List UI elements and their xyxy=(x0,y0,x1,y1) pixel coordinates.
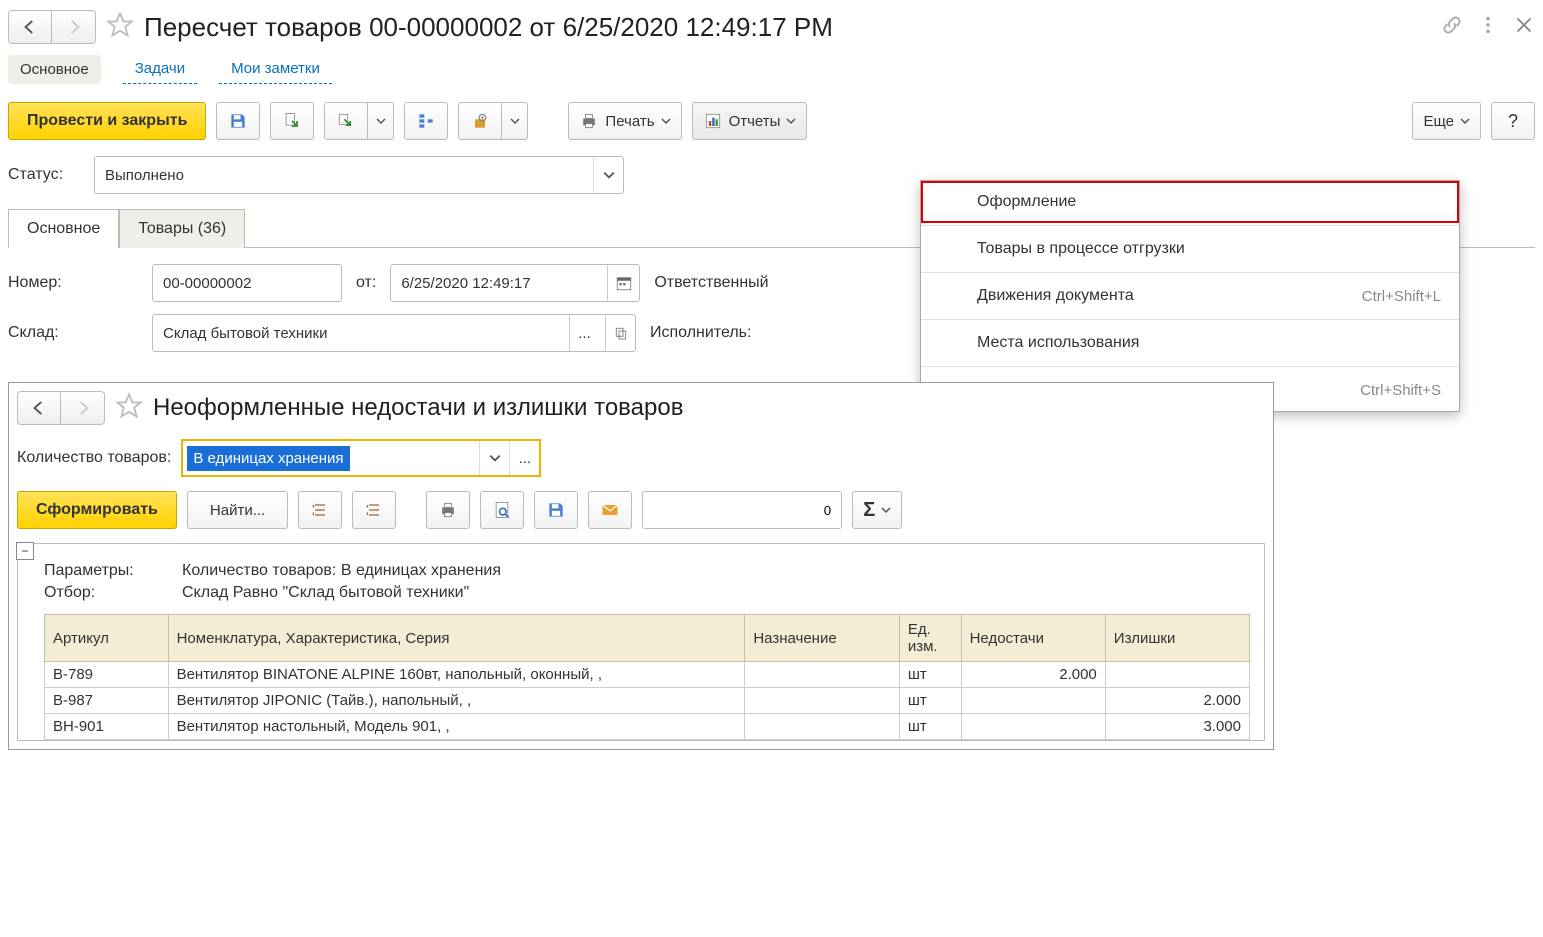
qty-value: В единицах хранения xyxy=(187,446,349,471)
collapse-button[interactable] xyxy=(352,491,396,529)
link-tab-notes[interactable]: Мои заметки xyxy=(219,54,332,84)
find-button[interactable]: Найти... xyxy=(187,491,288,529)
reports-label: Отчеты xyxy=(729,113,781,130)
calendar-icon[interactable] xyxy=(607,265,639,301)
star-icon[interactable] xyxy=(115,392,143,424)
top-window: Пересчет товаров 00-00000002 от 6/25/202… xyxy=(0,0,1543,756)
tab-goods[interactable]: Товары (36) xyxy=(119,209,245,248)
expand-button[interactable] xyxy=(298,491,342,529)
th-surplus: Излишки xyxy=(1105,615,1249,662)
number-field[interactable]: 00-00000002 xyxy=(152,264,342,302)
open-icon[interactable] xyxy=(605,315,635,351)
structure-button[interactable] xyxy=(404,102,448,140)
report-back-button[interactable] xyxy=(17,391,61,425)
sum-button[interactable]: Σ xyxy=(852,491,902,529)
collapse-icon[interactable]: − xyxy=(16,542,34,560)
link-icon[interactable] xyxy=(1441,14,1463,40)
preview-icon-button[interactable] xyxy=(480,491,524,529)
save-button[interactable] xyxy=(216,102,260,140)
qty-select[interactable]: В единицах хранения ... xyxy=(181,439,541,477)
qty-label: Количество товаров: xyxy=(17,449,171,467)
warehouse-label: Склад: xyxy=(8,324,138,342)
loading-button[interactable] xyxy=(458,102,528,140)
reports-button[interactable]: Отчеты xyxy=(692,102,808,140)
star-icon[interactable] xyxy=(106,11,134,43)
tab-main[interactable]: Основное xyxy=(8,209,119,248)
title-row: Пересчет товаров 00-00000002 от 6/25/202… xyxy=(8,10,1535,44)
status-value: Выполнено xyxy=(105,167,184,184)
build-button[interactable]: Сформировать xyxy=(17,491,177,529)
th-article: Артикул xyxy=(45,615,169,662)
report-forward-button[interactable] xyxy=(61,391,105,425)
post-and-close-button[interactable]: Провести и закрыть xyxy=(8,102,206,140)
responsible-label: Ответственный xyxy=(654,274,768,292)
post-button[interactable] xyxy=(270,102,314,140)
status-label: Статус: xyxy=(8,166,84,184)
th-shortage: Недостачи xyxy=(961,615,1105,662)
executor-label: Исполнитель: xyxy=(650,324,751,342)
number-label: Номер: xyxy=(8,274,138,292)
menu-item-usages[interactable]: Места использования xyxy=(921,322,1459,364)
help-button[interactable]: ? xyxy=(1491,102,1535,140)
more-button[interactable]: Еще xyxy=(1412,102,1481,140)
forward-button[interactable] xyxy=(52,10,96,44)
save-icon-button[interactable] xyxy=(534,491,578,529)
num-input[interactable] xyxy=(642,491,842,529)
chevron-down-icon[interactable] xyxy=(479,441,509,475)
ellipsis-icon[interactable]: ... xyxy=(569,315,599,351)
menu-item-movements[interactable]: Движения документа Ctrl+Shift+L xyxy=(921,275,1459,317)
print-label: Печать xyxy=(605,113,654,130)
table-row[interactable]: B-987Вентилятор JIPONIC (Тайв.), напольн… xyxy=(45,688,1250,714)
main-toolbar: Провести и закрыть Печать Отчеты Еще ? xyxy=(8,102,1535,140)
table-row[interactable]: B-789Вентилятор BINATONE ALPINE 160вт, н… xyxy=(45,662,1250,688)
report-title: Неоформленные недостачи и излишки товаро… xyxy=(153,394,683,422)
window-title: Пересчет товаров 00-00000002 от 6/25/202… xyxy=(144,12,833,43)
report-output: − Параметры:Количество товаров: В единиц… xyxy=(17,543,1265,741)
report-window: Неоформленные недостачи и излишки товаро… xyxy=(8,382,1274,750)
report-table: Артикул Номенклатура, Характеристика, Се… xyxy=(44,614,1250,740)
th-name: Номенклатура, Характеристика, Серия xyxy=(168,615,745,662)
kebab-icon[interactable] xyxy=(1477,14,1499,40)
back-button[interactable] xyxy=(8,10,52,44)
warehouse-field[interactable]: Склад бытовой техники ... xyxy=(152,314,636,352)
link-tab-main[interactable]: Основное xyxy=(8,55,101,84)
th-unit: Ед. изм. xyxy=(899,615,961,662)
ellipsis-icon[interactable]: ... xyxy=(509,441,539,475)
menu-item-shipping[interactable]: Товары в процессе отгрузки xyxy=(921,228,1459,270)
chevron-down-icon[interactable] xyxy=(593,157,623,193)
reports-dropdown-menu: Оформление Товары в процессе отгрузки Дв… xyxy=(920,180,1460,412)
link-tab-tasks[interactable]: Задачи xyxy=(123,54,197,84)
nav-buttons xyxy=(8,10,96,44)
status-select[interactable]: Выполнено xyxy=(94,156,624,194)
table-row[interactable]: BH-901Вентилятор настольный, Модель 901,… xyxy=(45,714,1250,740)
sigma-icon: Σ xyxy=(863,499,875,522)
link-tabs: Основное Задачи Мои заметки xyxy=(8,54,1535,84)
title-actions xyxy=(1441,14,1535,40)
print-icon-button[interactable] xyxy=(426,491,470,529)
print-button[interactable]: Печать xyxy=(568,102,681,140)
close-icon[interactable] xyxy=(1513,14,1535,40)
menu-item-design[interactable]: Оформление xyxy=(921,181,1459,223)
create-based-on-button[interactable] xyxy=(324,102,394,140)
th-purpose: Назначение xyxy=(745,615,899,662)
mail-icon-button[interactable] xyxy=(588,491,632,529)
from-label: от: xyxy=(356,274,376,292)
date-field[interactable]: 6/25/2020 12:49:17 xyxy=(390,264,640,302)
